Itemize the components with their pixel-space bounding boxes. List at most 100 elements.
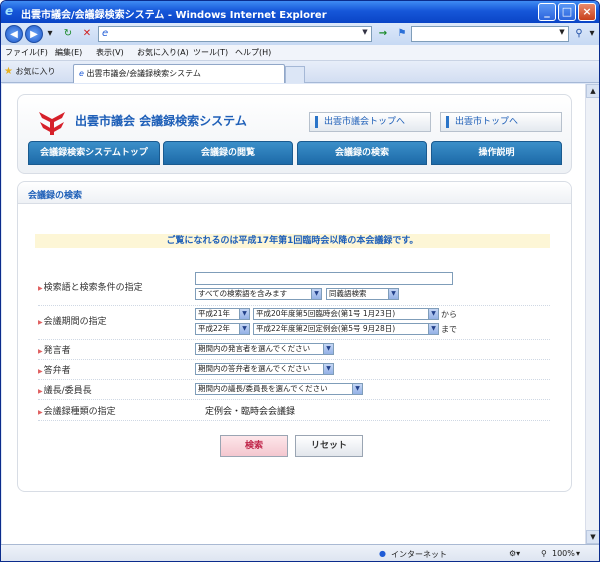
- row-divider: [38, 379, 550, 380]
- site-title: 出雲市議会 会議録検索システム: [75, 114, 247, 128]
- city-top-link[interactable]: 出雲市トップへ: [440, 112, 562, 132]
- link-marker-icon: [446, 116, 449, 128]
- menu-tools[interactable]: ツール(T): [193, 47, 228, 58]
- row-divider: [38, 305, 550, 306]
- kind-value: 定例会・臨時会会議録: [205, 407, 296, 417]
- refresh-icon[interactable]: ↻: [61, 27, 75, 41]
- scroll-down-icon[interactable]: ▼: [586, 530, 599, 544]
- keyword-label-text: 検索語と検索条件の指定: [43, 283, 143, 293]
- browser-window: e 出雲市議会/会議録検索システム - Windows Internet Exp…: [0, 0, 600, 562]
- search-dropdown-icon[interactable]: ▼: [557, 28, 567, 40]
- chevron-down-icon: ▼: [239, 309, 249, 319]
- zoom-dropdown-icon[interactable]: ▾: [576, 549, 580, 558]
- nav-tab-browse[interactable]: 会議録の閲覧: [163, 141, 293, 165]
- council-top-label: 出雲市議会トップへ: [324, 117, 406, 127]
- nav-tab-search[interactable]: 会議録の検索: [297, 141, 427, 165]
- to-year-select[interactable]: 平成22年 ▼: [195, 323, 250, 335]
- back-button[interactable]: ◀: [5, 25, 23, 43]
- favorites-label: お気に入り: [15, 67, 56, 76]
- chevron-down-icon: ▼: [352, 384, 362, 394]
- go-icon[interactable]: →: [376, 27, 390, 41]
- chair-label: ▶議長/委員長: [38, 383, 92, 396]
- from-year-value: 平成21年: [198, 309, 231, 318]
- address-dropdown-icon[interactable]: ▼: [360, 28, 370, 40]
- zoom-icon[interactable]: ⚲: [541, 549, 547, 558]
- chevron-down-icon: ▼: [239, 324, 249, 334]
- search-icon[interactable]: ⚲: [572, 27, 586, 41]
- favorites-button[interactable]: ★ お気に入り: [4, 66, 56, 77]
- bullet-icon: ▶: [38, 409, 43, 416]
- tab-current[interactable]: e 出雲市議会/会議録検索システム: [73, 64, 285, 83]
- chair-label-text: 議長/委員長: [43, 386, 92, 396]
- row-divider: [38, 420, 550, 421]
- period-label-text: 会議期間の指定: [43, 317, 107, 327]
- menu-help[interactable]: ヘルプ(H): [235, 47, 271, 58]
- chevron-down-icon: ▼: [323, 364, 333, 374]
- bullet-icon: ▶: [38, 285, 43, 292]
- from-year-select[interactable]: 平成21年 ▼: [195, 308, 250, 320]
- speaker-select-value: 期間内の発言者を選んでください: [198, 344, 311, 353]
- speaker-select[interactable]: 期間内の発言者を選んでください ▼: [195, 343, 334, 355]
- menu-file[interactable]: ファイル(F): [5, 47, 48, 58]
- stop-icon[interactable]: ✕: [80, 27, 94, 41]
- bullet-icon: ▶: [38, 319, 43, 326]
- row-divider: [38, 339, 550, 340]
- menu-edit[interactable]: 編集(E): [55, 47, 82, 58]
- star-icon: ★: [4, 66, 13, 77]
- bullet-icon: ▶: [38, 368, 43, 375]
- chevron-down-icon: ▼: [388, 289, 398, 299]
- from-suffix: から: [441, 310, 457, 319]
- answerer-label: ▶答弁者: [38, 363, 71, 376]
- history-dropdown-icon[interactable]: ▾: [45, 27, 55, 41]
- row-divider: [38, 399, 550, 400]
- page-icon: e: [102, 28, 109, 39]
- bullet-icon: ▶: [38, 388, 43, 395]
- menu-view[interactable]: 表示(V): [96, 47, 124, 58]
- synonym-select[interactable]: 同義語検索 ▼: [326, 288, 399, 300]
- menu-bar: ファイル(F) 編集(E) 表示(V) お気に入り(A) ツール(T) ヘルプ(…: [1, 45, 599, 61]
- to-meeting-select[interactable]: 平成22年度第2回定例会(第5号 9月28日) ▼: [253, 323, 439, 335]
- condition-select[interactable]: すべての検索語を含みます ▼: [195, 288, 322, 300]
- window-title: 出雲市議会/会議録検索システム - Windows Internet Explo…: [21, 10, 327, 21]
- address-bar: ◀ ▶ ▾ ↻ ✕ e ▼ → ⚑ ▼ ⚲ ▾: [1, 23, 599, 45]
- chevron-down-icon: ▼: [428, 324, 438, 334]
- globe-icon: ●: [379, 549, 386, 558]
- zone-label: インターネット: [391, 550, 447, 559]
- synonym-select-value: 同義語検索: [329, 289, 367, 298]
- keyword-input[interactable]: [195, 272, 453, 285]
- reset-button[interactable]: リセット: [295, 435, 363, 457]
- menu-favorites[interactable]: お気に入り(A): [137, 47, 189, 58]
- new-tab-button[interactable]: [285, 66, 305, 83]
- period-label: ▶会議期間の指定: [38, 314, 107, 327]
- answerer-select-value: 期間内の答弁者を選んでください: [198, 364, 311, 373]
- speaker-label: ▶発言者: [38, 343, 71, 356]
- address-input[interactable]: e ▼: [98, 26, 372, 42]
- nav-tab-top[interactable]: 会議録検索システムトップ: [28, 141, 160, 165]
- search-heading: 会議録の検索: [28, 191, 83, 201]
- nav-tab-help[interactable]: 操作説明: [431, 141, 562, 165]
- search-options-icon[interactable]: ▾: [587, 27, 597, 41]
- kind-label-text: 会議録種類の指定: [43, 407, 116, 417]
- close-button[interactable]: ×: [578, 3, 596, 21]
- chevron-down-icon: ▼: [311, 289, 321, 299]
- maximize-button[interactable]: □: [558, 3, 576, 21]
- minimize-button[interactable]: _: [538, 3, 556, 21]
- zoom-level[interactable]: 100%: [552, 549, 575, 558]
- protected-mode-icon[interactable]: ⚙▾: [509, 549, 520, 558]
- to-suffix: まで: [441, 325, 457, 334]
- council-top-link[interactable]: 出雲市議会トップへ: [309, 112, 431, 132]
- to-meeting-value: 平成22年度第2回定例会(第5号 9月28日): [256, 324, 396, 333]
- answerer-select[interactable]: 期間内の答弁者を選んでください ▼: [195, 363, 334, 375]
- search-button[interactable]: 検索: [220, 435, 288, 457]
- to-year-value: 平成22年: [198, 324, 231, 333]
- search-panel: 会議録の検索 ご覧になれるのは平成17年第1回臨時会以降の本会議録です。 ▶検索…: [17, 181, 572, 492]
- vertical-scrollbar[interactable]: ▲ ▼: [585, 84, 599, 544]
- chair-select[interactable]: 期間内の議長/委員長を選んでください ▼: [195, 383, 363, 395]
- city-top-label: 出雲市トップへ: [455, 117, 519, 127]
- search-input[interactable]: ▼: [411, 26, 569, 42]
- scroll-up-icon[interactable]: ▲: [586, 84, 599, 98]
- from-meeting-select[interactable]: 平成20年度第5回臨時会(第1号 1月23日) ▼: [253, 308, 439, 320]
- link-marker-icon: [315, 116, 318, 128]
- search-provider-icon[interactable]: ⚑: [395, 27, 409, 41]
- forward-button[interactable]: ▶: [25, 25, 43, 43]
